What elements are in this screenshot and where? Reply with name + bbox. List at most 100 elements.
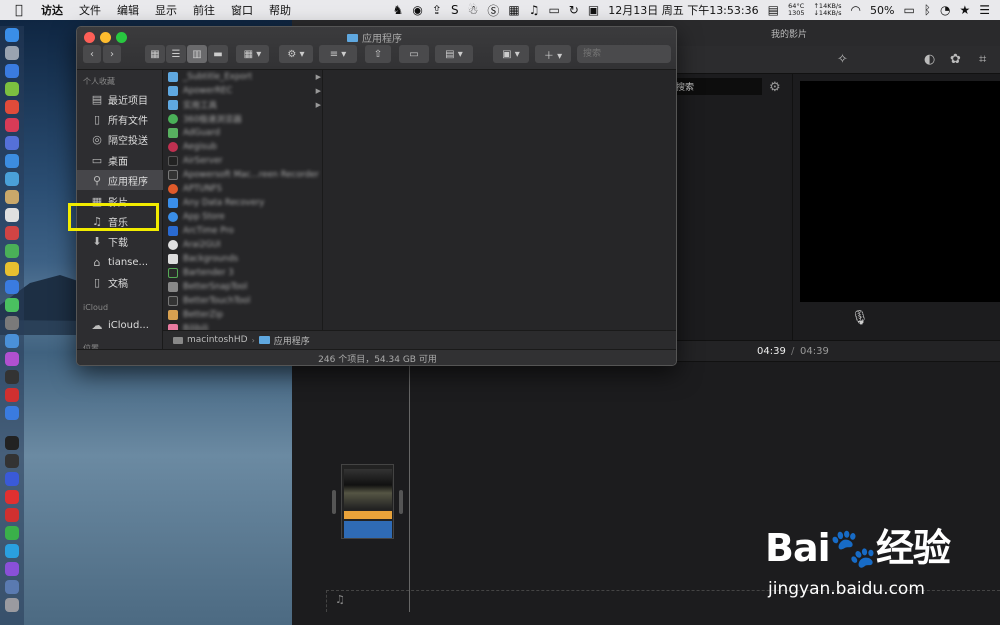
upload-icon[interactable]: ⇪ [432,3,442,17]
app-dock-icon[interactable] [5,388,19,402]
wechat-icon[interactable]: ▤ [768,3,779,17]
path-segment-disk[interactable]: macintoshHD [187,335,248,345]
grid-icon[interactable]: ▦ [508,3,519,17]
share-button[interactable]: ⇧ [365,45,391,63]
back-button[interactable]: ‹ [83,45,101,63]
sidebar-item-desktop[interactable]: ▭ 桌面 [77,150,163,170]
crop-icon[interactable]: ⌗ [979,52,986,67]
list-item[interactable]: AirServer [163,154,322,168]
apple-menu-icon[interactable]:  [15,3,29,18]
trash-dock-icon[interactable] [5,598,19,612]
app-dock-icon[interactable] [5,262,19,276]
app-dock-icon[interactable] [5,406,19,420]
safari-dock-icon[interactable] [5,64,19,78]
s-box-icon[interactable]: Ⓢ [487,2,499,19]
network-monitor[interactable]: ↑14KB/s ↓14KB/s [813,3,841,17]
app-dock-icon[interactable] [5,208,19,222]
minimize-button[interactable] [100,32,111,43]
sidebar-item-recents[interactable]: ▤ 最近项目 [77,89,163,109]
time-machine-icon[interactable]: ↻ [569,3,579,17]
s-app-icon[interactable]: S [451,3,459,17]
list-item[interactable]: Aegisub [163,140,322,154]
star-icon[interactable]: ★ [959,3,970,17]
sidebar-item-icloud-drive[interactable]: ☁ iCloud... [77,315,163,335]
list-item[interactable]: BetterZip [163,308,322,322]
downloads-dock-icon[interactable] [5,580,19,594]
menu-view[interactable]: 显示 [155,2,177,18]
app-dock-icon[interactable] [5,316,19,330]
message-icon[interactable]: ▭ [548,3,559,17]
menu-file[interactable]: 文件 [79,2,101,18]
wifi-icon[interactable]: ◠ [851,3,861,17]
sidebar-item-airdrop[interactable]: ◎ 隔空投送 [77,129,163,149]
menubar-clock[interactable]: 12月13日 周五 下午13:53:36 [608,2,758,18]
imovie-search-field[interactable]: 搜索 [672,78,762,95]
app-dock-icon[interactable] [5,352,19,366]
menu-edit[interactable]: 编辑 [117,2,139,18]
app-dock-icon[interactable] [5,172,19,186]
battery-percent[interactable]: 50% [870,4,894,17]
list-item[interactable]: Bartender 3 [163,266,322,280]
app-dock-icon[interactable] [5,508,19,522]
app-dock-icon[interactable] [5,370,19,384]
battery-icon[interactable]: ▭ [903,3,914,17]
music-note-icon[interactable]: ♫ [529,3,540,17]
chrome-dock-icon[interactable] [5,100,19,114]
sidebar-item-home[interactable]: ⌂ tianse... [77,252,163,272]
timeline-clip[interactable] [341,464,394,539]
list-item[interactable]: APTUNFS [163,182,322,196]
launchpad-dock-icon[interactable] [5,46,19,60]
magic-wand-icon[interactable]: ✧ [837,52,848,67]
icon-view-button[interactable]: ▦ [145,45,165,63]
qq-icon[interactable]: ☃ [468,3,479,17]
gear-icon[interactable]: ⚙ [769,80,781,95]
microphone-icon[interactable]: 🎙 [851,310,869,326]
app-dock-icon[interactable] [5,244,19,258]
menu-list-icon[interactable]: ☰ [979,3,990,17]
app-dock-icon[interactable] [5,490,19,504]
add-button[interactable]: ＋ ▾ [535,45,571,63]
menu-go[interactable]: 前往 [193,2,215,18]
app-dock-icon[interactable] [5,544,19,558]
list-item[interactable]: BetterTouchTool [163,294,322,308]
app-dock-icon[interactable] [5,454,19,468]
android-dock-icon[interactable] [5,82,19,96]
list-item[interactable]: BetterSnapTool [163,280,322,294]
search-input[interactable] [577,45,671,63]
clip-right-handle[interactable] [399,490,403,514]
calendar-icon[interactable]: ▣ [588,3,599,17]
sidebar-item-downloads[interactable]: ⬇ 下载 [77,231,163,251]
playhead[interactable] [409,362,410,612]
app-dock-icon[interactable] [5,526,19,540]
gallery-view-button[interactable]: ▬ [208,45,228,63]
path-segment-folder[interactable]: 应用程序 [274,334,310,347]
arrange-button[interactable]: ≡ ▾ [319,45,357,63]
temp-monitor[interactable]: 64°C 1305 [788,3,805,17]
tag-button[interactable]: ▭ [399,45,429,63]
list-item[interactable]: _Subtitle_Export ▶ [163,70,322,84]
app-dock-icon[interactable] [5,154,19,168]
archive-button[interactable]: ▣ ▾ [493,45,529,63]
bluetooth-icon[interactable]: ᛒ [924,3,931,17]
app-dock-icon[interactable] [5,118,19,132]
list-item[interactable]: 实用工具 ▶ [163,98,322,112]
list-item[interactable]: 360极速浏览器 [163,112,322,126]
column-view-button[interactable]: ▥ [187,45,207,63]
color-balance-icon[interactable]: ◐ [924,52,935,67]
preview-button[interactable]: ▤ ▾ [435,45,473,63]
clip-left-handle[interactable] [332,490,336,514]
list-item[interactable]: Any Data Recovery [163,196,322,210]
forward-button[interactable]: › [103,45,121,63]
app-dock-icon[interactable] [5,298,19,312]
app-dock-icon[interactable] [5,190,19,204]
sidebar-item-all-files[interactable]: ▯ 所有文件 [77,109,163,129]
fox-icon[interactable]: ♞ [393,3,404,17]
action-gear-button[interactable]: ⚙ ▾ [279,45,313,63]
notification-icon[interactable]: ◔ [940,3,950,17]
app-dock-icon[interactable] [5,226,19,240]
app-dock-icon[interactable] [5,472,19,486]
sidebar-item-documents[interactable]: ▯ 文稿 [77,272,163,292]
list-item[interactable]: Apowersoft Mac...reen Recorder [163,168,322,182]
zoom-button[interactable] [116,32,127,43]
list-view-button[interactable]: ☰ [166,45,186,63]
